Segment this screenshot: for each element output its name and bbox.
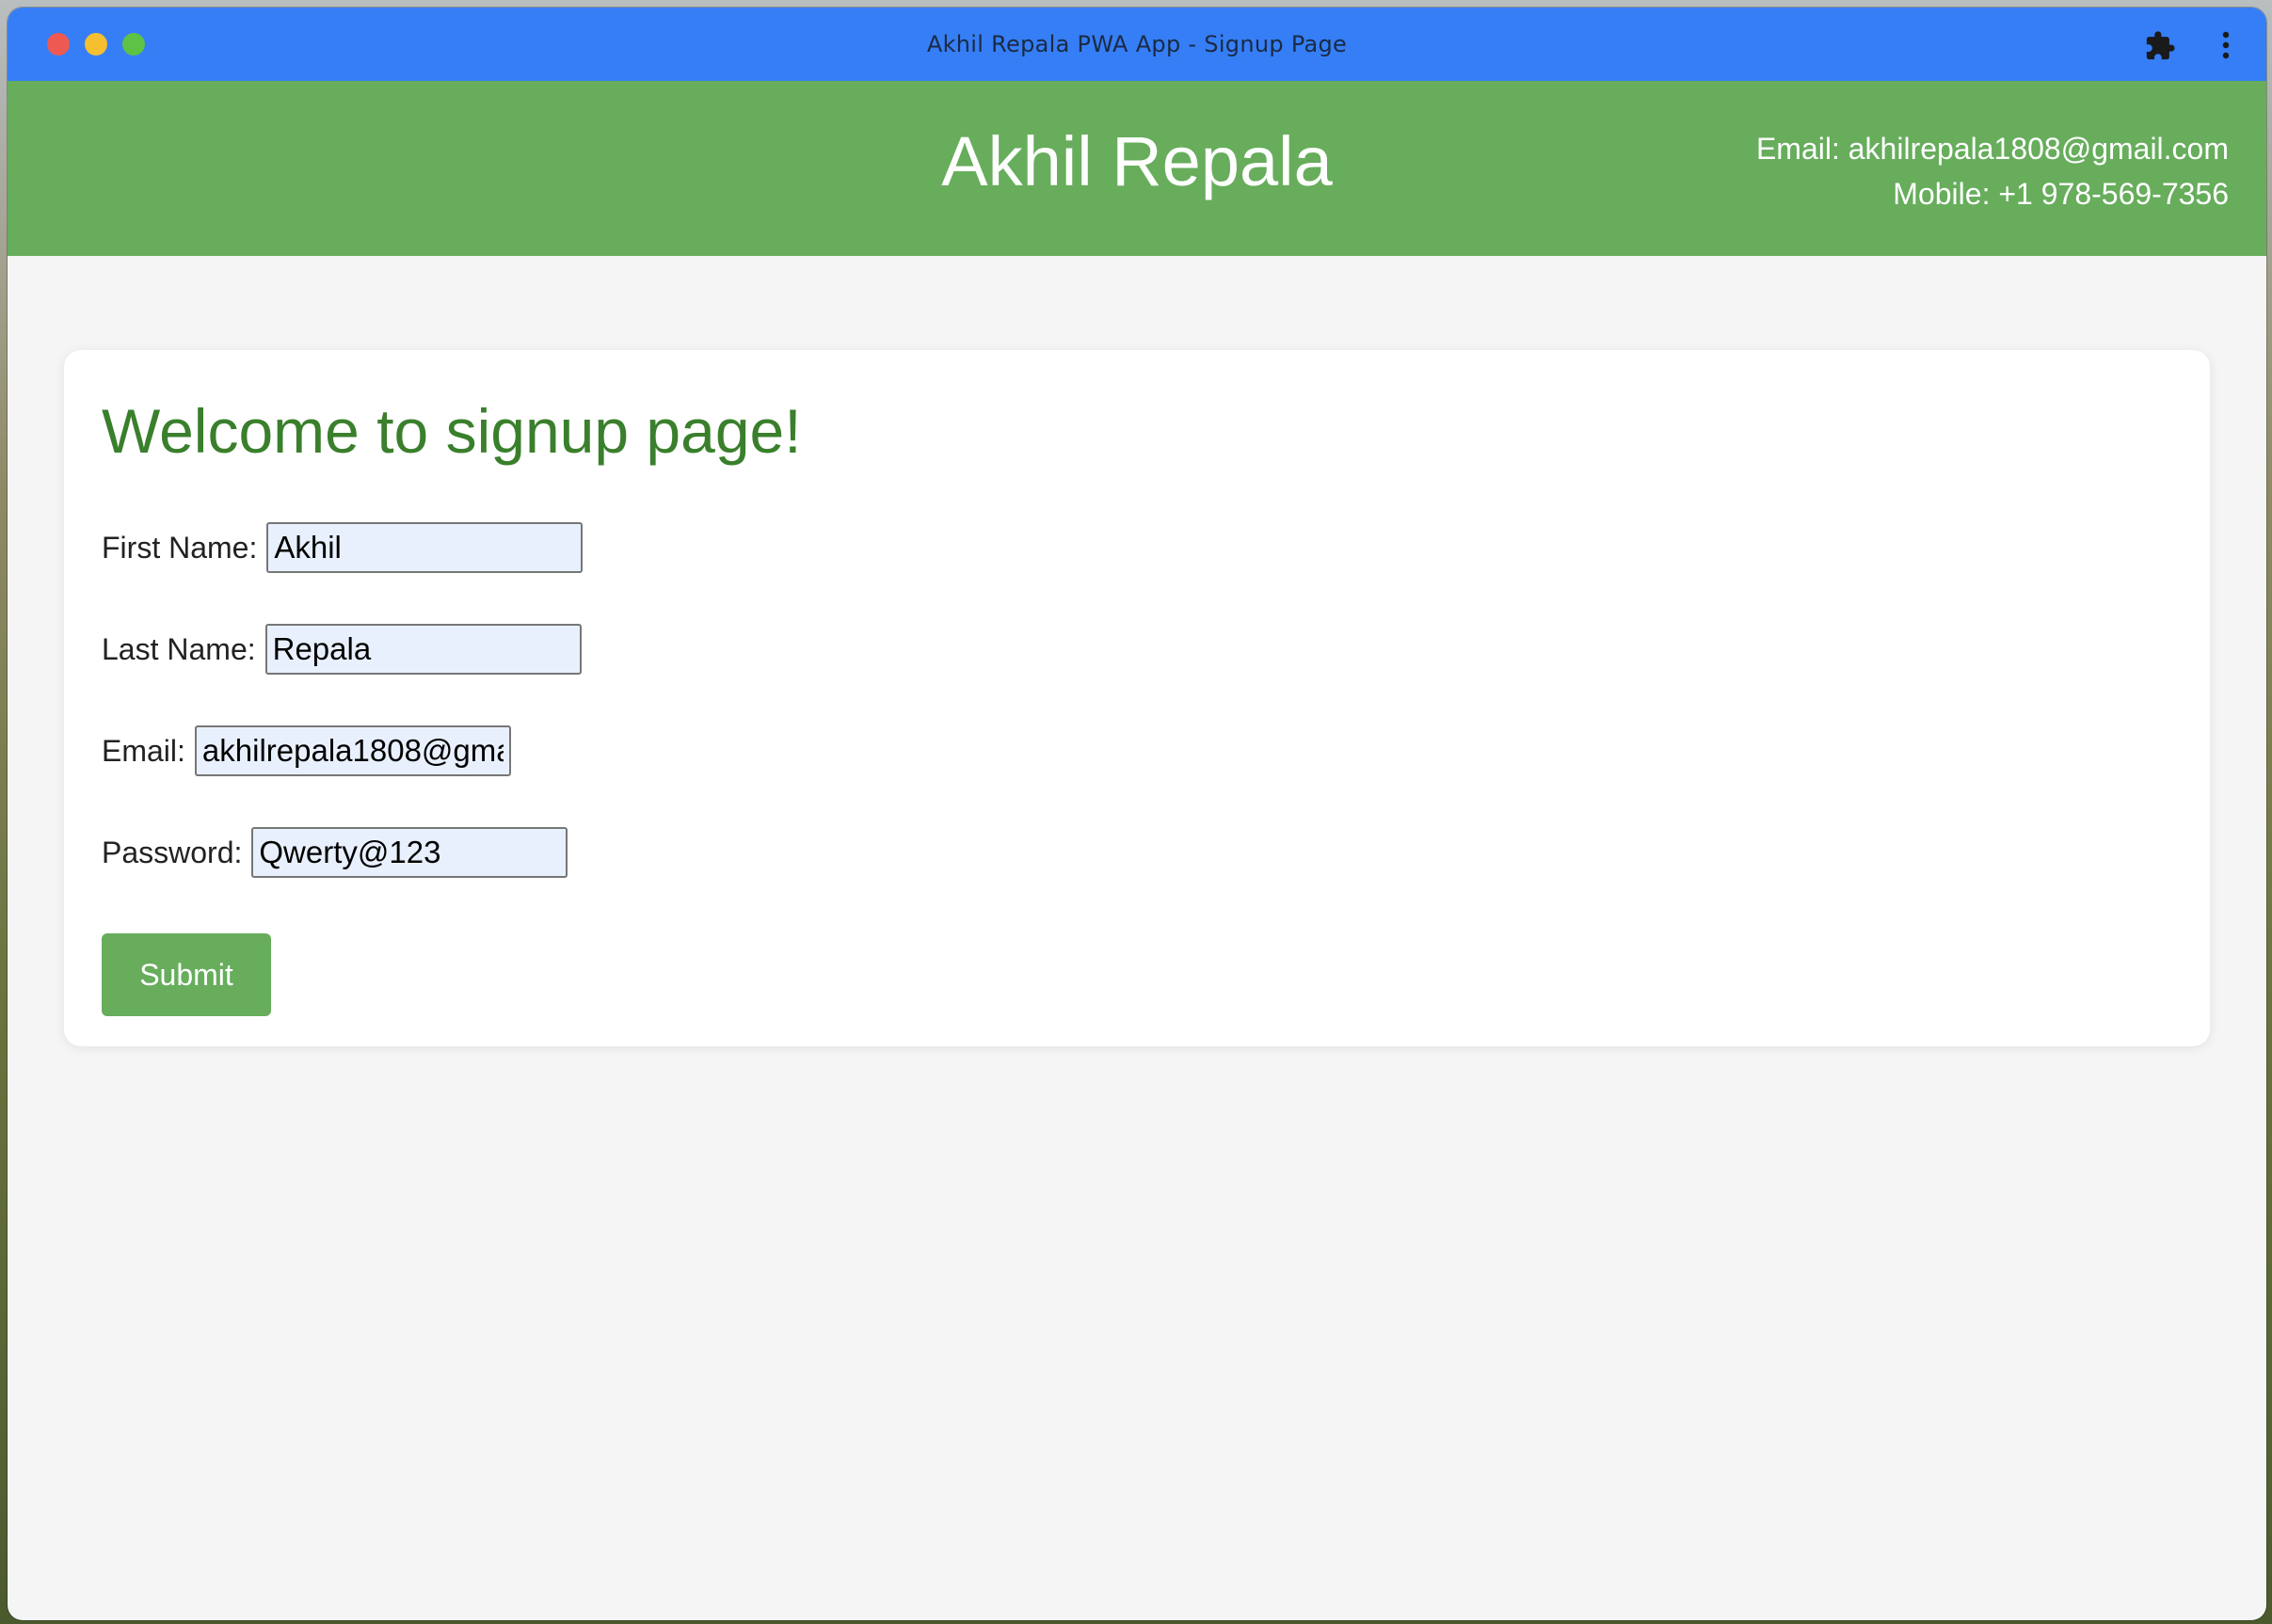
password-input[interactable]: [251, 827, 568, 878]
contact-info: Email: akhilrepala1808@gmail.com Mobile:…: [1756, 126, 2229, 216]
password-row: Password:: [102, 824, 568, 881]
last-name-label: Last Name:: [102, 631, 256, 666]
first-name-row: First Name:: [102, 519, 584, 576]
window-title: Akhil Repala PWA App - Signup Page: [926, 31, 1348, 57]
last-name-input[interactable]: [264, 624, 582, 675]
email-input[interactable]: [194, 725, 511, 776]
site-header: Akhil Repala Email: akhilrepala1808@gmai…: [8, 81, 2266, 256]
page-title: Welcome to signup page!: [102, 396, 802, 466]
email-label: Email:: [102, 733, 185, 768]
password-label: Password:: [102, 835, 243, 869]
puzzle-piece-icon[interactable]: [2144, 30, 2176, 62]
email-row: Email:: [102, 723, 511, 779]
first-name-input[interactable]: [266, 522, 584, 573]
title-bar[interactable]: Akhil Repala PWA App - Signup Page: [8, 8, 2266, 81]
browser-window: Akhil Repala PWA App - Signup Page Akhil…: [8, 8, 2266, 1620]
contact-email: Email: akhilrepala1808@gmail.com: [1755, 132, 2229, 166]
signup-card: Welcome to signup page! First Name: Last…: [64, 350, 2210, 1046]
contact-mobile: Mobile: +1 978-569-7356: [1893, 177, 2229, 211]
submit-button[interactable]: Submit: [102, 933, 271, 1016]
first-name-label: First Name:: [102, 530, 258, 565]
vertical-ellipsis-icon[interactable]: [2219, 28, 2232, 62]
last-name-row: Last Name:: [102, 621, 582, 677]
